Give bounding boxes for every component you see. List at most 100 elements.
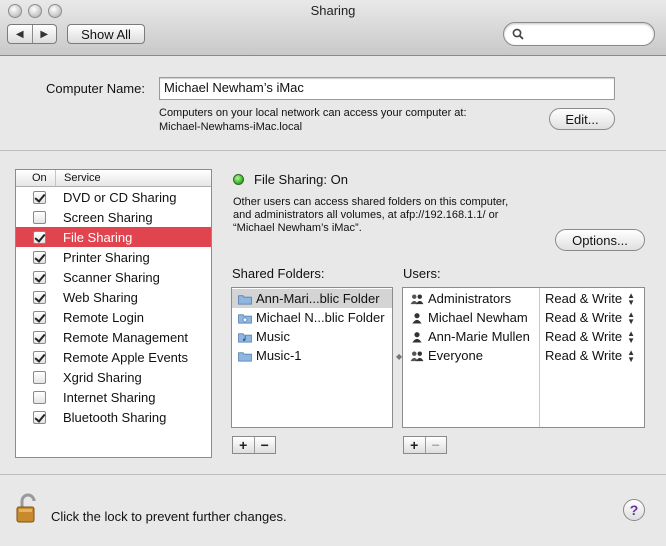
show-all-button[interactable]: Show All [67, 24, 145, 44]
shared-folder-row[interactable]: Music [232, 327, 392, 346]
remove-user-button[interactable]: − [424, 437, 447, 453]
shared-folder-name: Music-1 [256, 348, 302, 363]
music-folder-icon [238, 332, 252, 342]
service-row-remote-apple-events[interactable]: Remote Apple Events [16, 347, 211, 367]
status-description-line1: Other users can access shared folders on… [233, 196, 509, 208]
splitter-handle[interactable]: ◆ [396, 352, 402, 361]
user-name: Everyone [428, 348, 483, 363]
options-button[interactable]: Options... [555, 229, 645, 251]
service-name: Screen Sharing [63, 209, 153, 225]
window-toolbar: Sharing ◀ ▶ Show All [0, 0, 666, 56]
service-name: Printer Sharing [63, 249, 150, 265]
back-forward-control: ◀ ▶ [7, 24, 57, 44]
folder-icon [238, 351, 252, 361]
public-folder-icon [238, 313, 252, 323]
service-name: Bluetooth Sharing [63, 409, 167, 425]
service-name: Xgrid Sharing [63, 369, 142, 385]
service-row-printer-sharing[interactable]: Printer Sharing [16, 247, 211, 267]
service-checkbox[interactable] [33, 250, 46, 264]
service-row-scanner-sharing[interactable]: Scanner Sharing [16, 267, 211, 287]
service-row-bluetooth-sharing[interactable]: Bluetooth Sharing [16, 407, 211, 427]
shared-folder-row[interactable]: Michael N...blic Folder [232, 308, 392, 327]
permission-popup[interactable]: Read & Write ▲ ▼ [542, 327, 638, 346]
user-row[interactable]: Ann-Marie Mullen Read & Write ▲ ▼ [403, 327, 644, 346]
service-checkbox[interactable] [33, 410, 46, 424]
permission-value: Read & Write [545, 310, 623, 325]
service-row-remote-management[interactable]: Remote Management [16, 327, 211, 347]
permission-popup[interactable]: Read & Write ▲ ▼ [542, 289, 638, 308]
service-name: Remote Apple Events [63, 349, 189, 365]
service-name: Internet Sharing [63, 389, 156, 405]
status-indicator-light [233, 174, 244, 185]
computer-name-label: Computer Name: [46, 81, 145, 96]
service-row-screen-sharing[interactable]: Screen Sharing [16, 207, 211, 227]
permission-value: Read & Write [545, 348, 623, 363]
permission-popup[interactable]: Read & Write ▲ ▼ [542, 308, 638, 327]
popup-arrows-icon: ▲ ▼ [627, 290, 635, 307]
service-checkbox[interactable] [33, 390, 46, 404]
popup-arrows-icon: ▲ ▼ [627, 347, 635, 364]
status-description-line3: “Michael Newham’s iMac”. [233, 222, 362, 234]
shared-folder-name: Michael N...blic Folder [256, 310, 385, 325]
permission-value: Read & Write [545, 329, 623, 344]
service-row-web-sharing[interactable]: Web Sharing [16, 287, 211, 307]
status-description-line2: and administrators all volumes, at afp:/… [233, 209, 499, 221]
service-name: File Sharing [63, 229, 133, 245]
column-service[interactable]: Service [56, 172, 101, 184]
service-checkbox[interactable] [33, 270, 46, 284]
shared-folders-list: Ann-Mari...blic Folder Michael N...blic F… [231, 287, 393, 428]
service-name: Web Sharing [63, 289, 138, 305]
section-divider [0, 150, 666, 151]
folder-icon [238, 294, 252, 304]
back-button[interactable]: ◀ [8, 25, 32, 43]
lock-icon[interactable] [15, 493, 41, 525]
service-list-header: On Service [16, 170, 211, 187]
permission-popup[interactable]: Read & Write ▲ ▼ [542, 346, 638, 365]
edit-button[interactable]: Edit... [549, 108, 615, 130]
service-row-dvd-or-cd-sharing[interactable]: DVD or CD Sharing [16, 187, 211, 207]
search-input[interactable] [528, 26, 648, 42]
users-list: Administrators Read & Write ▲ ▼ Michael Newh… [402, 287, 645, 428]
service-checkbox[interactable] [33, 290, 46, 304]
popup-arrows-icon: ▲ ▼ [627, 309, 635, 326]
lock-message: Click the lock to prevent further change… [51, 509, 287, 524]
user-name: Administrators [428, 291, 512, 306]
service-checkbox[interactable] [33, 310, 46, 324]
permission-value: Read & Write [545, 291, 623, 306]
service-checkbox[interactable] [33, 330, 46, 344]
user-row[interactable]: Everyone Read & Write ▲ ▼ [403, 346, 644, 365]
user-row[interactable]: Administrators Read & Write ▲ ▼ [403, 289, 644, 308]
shared-folder-name: Music [256, 329, 290, 344]
service-checkbox[interactable] [33, 370, 46, 384]
forward-button[interactable]: ▶ [31, 25, 57, 43]
user-row[interactable]: Michael Newham Read & Write ▲ ▼ [403, 308, 644, 327]
search-field[interactable] [503, 22, 655, 46]
shared-folder-row[interactable]: Music-1 [232, 346, 392, 365]
network-info-line1: Computers on your local network can acce… [159, 107, 467, 119]
users-label: Users: [403, 266, 441, 281]
help-button[interactable]: ? [623, 499, 645, 521]
column-on[interactable]: On [16, 170, 56, 186]
service-checkbox[interactable] [33, 230, 46, 244]
user-name: Michael Newham [428, 310, 528, 325]
remove-folder-button[interactable]: − [253, 437, 276, 453]
service-checkbox[interactable] [33, 190, 46, 204]
add-user-button[interactable]: + [404, 437, 425, 453]
computer-name-field[interactable]: Michael Newham’s iMac [159, 77, 615, 100]
service-status-title: File Sharing: On [254, 172, 348, 187]
service-row-remote-login[interactable]: Remote Login [16, 307, 211, 327]
service-checkbox[interactable] [33, 350, 46, 364]
network-address: Michael-Newhams-iMac.local [159, 121, 303, 133]
service-row-xgrid-sharing[interactable]: Xgrid Sharing [16, 367, 211, 387]
service-row-file-sharing[interactable]: File Sharing [16, 227, 211, 247]
service-list: On Service DVD or CD Sharing Screen Shari… [15, 169, 212, 458]
add-folder-button[interactable]: + [233, 437, 254, 453]
service-name: Remote Management [63, 329, 189, 345]
service-name: DVD or CD Sharing [63, 189, 177, 205]
service-row-internet-sharing[interactable]: Internet Sharing [16, 387, 211, 407]
search-icon [512, 28, 524, 40]
group-icon [410, 350, 424, 361]
service-name: Scanner Sharing [63, 269, 160, 285]
service-checkbox[interactable] [33, 210, 46, 224]
shared-folder-row[interactable]: Ann-Mari...blic Folder [232, 289, 392, 308]
